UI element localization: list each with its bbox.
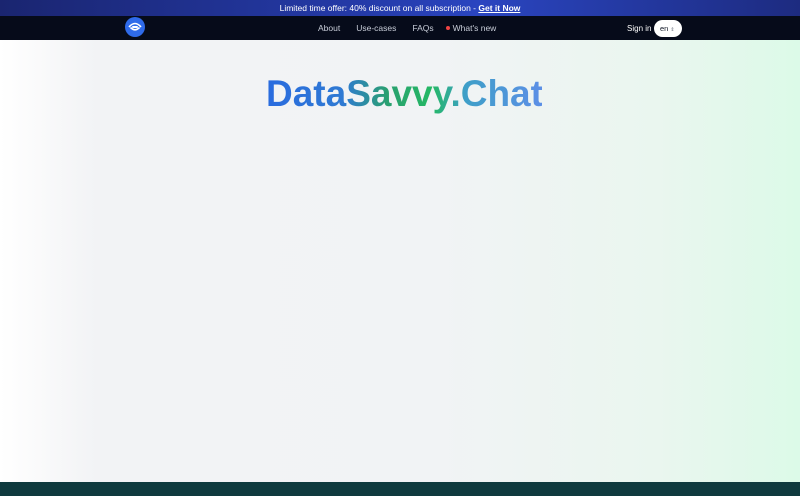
nav-faqs-link[interactable]: FAQs [412, 23, 433, 33]
datasavvy-logo-icon[interactable] [125, 17, 145, 37]
promo-text: Limited time offer: 40% discount on all … [279, 3, 479, 13]
promo-banner: Limited time offer: 40% discount on all … [0, 0, 800, 16]
top-navbar: About Use-cases FAQs What's new Sign in … [0, 16, 800, 40]
footer-strip [0, 482, 800, 496]
language-selector[interactable]: en ⇕ [654, 20, 682, 37]
hero-brand-title: DataSavvy.Chat [266, 73, 543, 114]
nav-links: About Use-cases FAQs What's new [318, 16, 496, 40]
sign-in-link[interactable]: Sign in [627, 16, 651, 40]
hero-brand-wrapper: DataSavvy.Chat [266, 72, 543, 116]
chevron-updown-icon: ⇕ [670, 27, 675, 33]
nav-about-link[interactable]: About [318, 23, 340, 33]
promo-cta-link[interactable]: Get it Now [478, 3, 520, 13]
new-indicator-dot [445, 26, 450, 30]
language-value: en [660, 24, 669, 33]
nav-use-cases-link[interactable]: Use-cases [356, 23, 396, 33]
nav-whats-new-link[interactable]: What's new [453, 23, 497, 33]
